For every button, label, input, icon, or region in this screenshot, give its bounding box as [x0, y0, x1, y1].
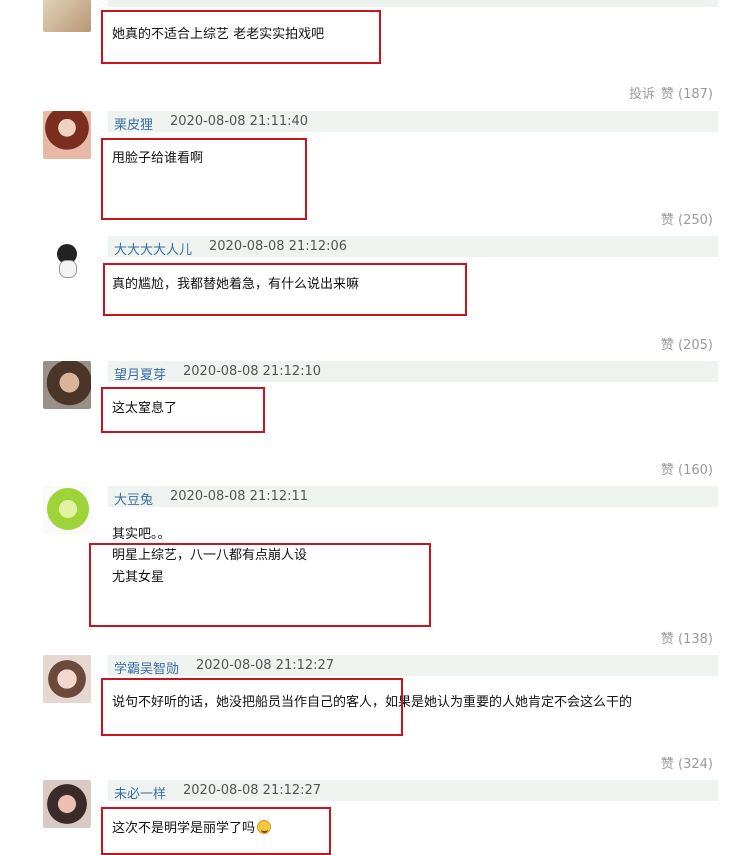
like-button[interactable]: 赞 (187): [661, 83, 713, 102]
avatar[interactable]: [43, 361, 91, 409]
comment-header: 栗皮狸 2020-08-08 21:11:40: [108, 111, 718, 133]
username-link[interactable]: 未必一样: [114, 783, 166, 802]
timestamp: 2020-08-08 21:12:11: [170, 489, 309, 504]
avatar[interactable]: [43, 655, 91, 703]
timestamp: 2020-08-08 21:12:27: [196, 658, 335, 673]
highlight-box: [89, 543, 431, 627]
username-link[interactable]: 大豆兔: [114, 489, 153, 508]
avatar[interactable]: [43, 0, 91, 32]
avatar[interactable]: [43, 486, 91, 534]
timestamp: 2020-08-08 21:12:10: [183, 364, 322, 379]
highlight-box: [101, 138, 307, 220]
comment-text: 其实吧。。: [112, 527, 171, 542]
like-button[interactable]: 赞 (138): [661, 628, 713, 647]
highlight-box: [101, 387, 265, 433]
highlight-box: [101, 10, 381, 64]
comment-header: 学霸吴智勋 2020-08-08 21:12:27: [108, 655, 718, 677]
like-button[interactable]: 赞 (160): [661, 459, 713, 478]
like-button[interactable]: 赞 (324): [661, 753, 713, 772]
avatar[interactable]: [43, 236, 91, 284]
username-link[interactable]: 大大大大人儿: [114, 239, 192, 258]
highlight-box: [101, 807, 331, 855]
username-link[interactable]: 学霸吴智勋: [114, 658, 179, 677]
highlight-box: [103, 263, 467, 316]
cartoon-body-icon: [59, 260, 77, 278]
comment-header: 未必一样 2020-08-08 21:12:27: [108, 780, 718, 802]
comment-header: 望月夏芽 2020-08-08 21:12:10: [108, 361, 718, 383]
timestamp: 2020-08-08 21:11:40: [170, 114, 309, 129]
lime-slice-icon: [47, 488, 89, 530]
username-link[interactable]: 栗皮狸: [114, 114, 153, 133]
highlight-box: [101, 678, 403, 736]
like-button[interactable]: 赞 (250): [661, 209, 713, 228]
like-button[interactable]: 赞 (205): [661, 334, 713, 353]
comment-header: 大豆兔 2020-08-08 21:12:11: [108, 486, 718, 508]
timestamp: 2020-08-08 21:12:27: [183, 783, 322, 798]
comment-header: [108, 0, 718, 7]
timestamp: 2020-08-08 21:12:06: [209, 239, 348, 254]
username-link[interactable]: 望月夏芽: [114, 364, 166, 383]
avatar[interactable]: [43, 111, 91, 159]
avatar[interactable]: [43, 780, 91, 828]
report-link[interactable]: 投诉: [629, 83, 655, 102]
comment-header: 大大大大人儿 2020-08-08 21:12:06: [108, 236, 718, 258]
